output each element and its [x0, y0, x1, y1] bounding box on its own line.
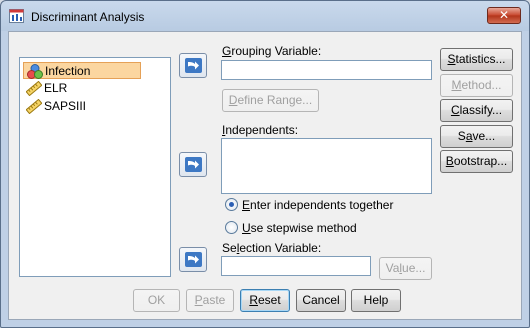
radio-enter-together[interactable]	[225, 198, 238, 211]
move-to-independents-button[interactable]	[179, 152, 207, 177]
value-button[interactable]: Value...	[379, 257, 432, 280]
move-to-selection-button[interactable]	[179, 247, 207, 272]
radio-stepwise[interactable]	[225, 221, 238, 234]
app-icon	[9, 9, 24, 23]
scale-icon	[26, 99, 42, 114]
define-range-button[interactable]: Define Range...	[222, 89, 319, 112]
cancel-button[interactable]: Cancel	[296, 289, 346, 312]
grouping-variable-field[interactable]	[221, 60, 432, 80]
nominal-icon	[27, 64, 43, 79]
paste-button[interactable]: Paste	[186, 289, 234, 312]
statistics-button[interactable]: Statistics...	[440, 48, 513, 71]
list-item[interactable]: Infection	[23, 62, 141, 79]
classify-button[interactable]: Classify...	[440, 99, 513, 122]
window-title: Discriminant Analysis	[31, 10, 145, 24]
close-icon: ✕	[498, 8, 510, 22]
grouping-variable-label: Grouping Variable:	[222, 44, 322, 58]
dialog-body: Infection ELR SAPSIII Grouping Variable:…	[8, 31, 522, 320]
variable-name: SAPSIII	[44, 99, 87, 113]
independents-label: Independents:	[222, 123, 299, 137]
reset-button[interactable]: Reset	[240, 289, 290, 312]
variable-name: Infection	[45, 64, 91, 78]
variable-list[interactable]: Infection ELR SAPSIII	[19, 57, 171, 277]
move-to-grouping-button[interactable]	[179, 53, 207, 78]
help-button[interactable]: Help	[351, 289, 401, 312]
arrow-right-icon	[185, 58, 202, 73]
variable-name: ELR	[44, 81, 68, 95]
enter-together-label[interactable]: Enter independents together	[242, 198, 393, 212]
close-button[interactable]: ✕	[487, 7, 521, 24]
selection-variable-field[interactable]	[221, 256, 371, 276]
arrow-right-icon	[185, 157, 202, 172]
title-bar[interactable]: Discriminant Analysis ✕	[1, 1, 529, 31]
stepwise-label[interactable]: Use stepwise method	[242, 221, 357, 235]
save-button[interactable]: Save...	[440, 125, 513, 148]
list-item[interactable]: ELR	[23, 80, 71, 97]
arrow-right-icon	[185, 252, 202, 267]
selection-variable-label: Selection Variable:	[222, 241, 322, 255]
list-item[interactable]: SAPSIII	[23, 98, 90, 115]
bootstrap-button[interactable]: Bootstrap...	[440, 150, 513, 173]
independents-list[interactable]	[221, 138, 432, 194]
scale-icon	[26, 81, 42, 96]
radio-selected-dot	[229, 202, 234, 207]
dialog-window: Discriminant Analysis ✕ Infection ELR SA…	[0, 0, 530, 328]
ok-button[interactable]: OK	[133, 289, 180, 312]
method-button[interactable]: Method...	[440, 74, 513, 97]
